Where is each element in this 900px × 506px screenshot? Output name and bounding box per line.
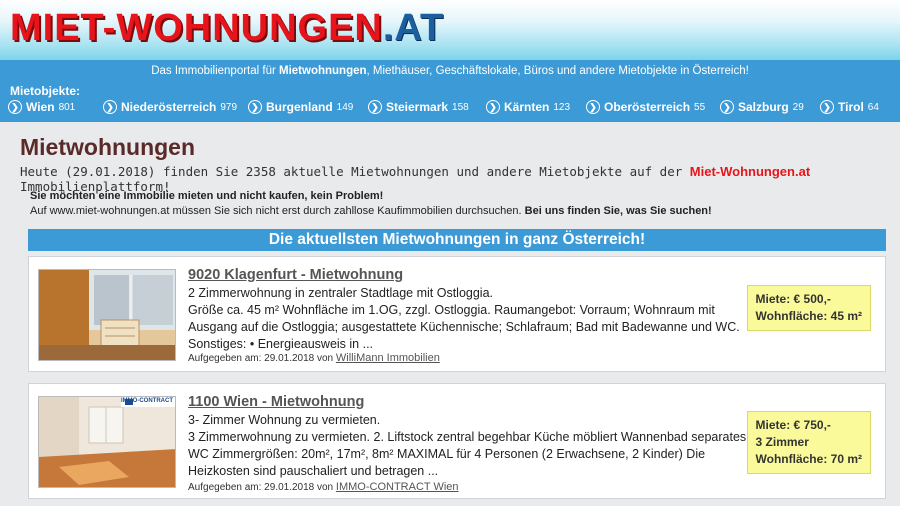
- site-logo[interactable]: MIET-WOHNUNGEN.AT: [10, 6, 444, 50]
- region-link-salzburg[interactable]: ❯ Salzburg 29: [720, 100, 804, 114]
- listing-subtitle: 3- Zimmer Wohnung zu vermieten.: [188, 413, 381, 427]
- top-nav-bar: Das Immobilienportal für Mietwohnungen, …: [0, 60, 900, 122]
- room-photo-image: [39, 397, 175, 487]
- immo-contract-badge: IMMO-CONTRACT: [121, 398, 173, 404]
- chevron-right-icon: ❯: [103, 100, 117, 114]
- listing-subtitle: 2 Zimmerwohnung in zentraler Stadtlage m…: [188, 286, 494, 300]
- price-box: Miete: € 500,- Wohnfläche: 45 m²: [746, 285, 871, 331]
- rooms-line: 3 Zimmer: [755, 435, 809, 449]
- listing-description: Größe ca. 45 m² Wohnfläche im 1.OG, zzgl…: [188, 303, 740, 351]
- chevron-right-icon: ❯: [586, 100, 600, 114]
- logo-tld-text: .AT: [382, 7, 445, 49]
- listing-item[interactable]: IMMO-CONTRACT 1100 Wien - Mietwohnung 3-…: [28, 383, 886, 499]
- portal-tagline: Das Immobilienportal für Mietwohnungen, …: [151, 65, 749, 77]
- mietobjekte-label: Mietobjekte:: [10, 84, 81, 98]
- price-box: Miete: € 750,- 3 Zimmer Wohnfläche: 70 m…: [746, 411, 871, 474]
- main-content: Mietwohnungen Heute (29.01.2018) finden …: [0, 122, 900, 506]
- info-paragraph-2: Auf www.miet-wohnungen.at müssen Sie sic…: [30, 205, 712, 217]
- listing-description: 3 Zimmerwohnung zu vermieten. 2. Liftsto…: [188, 430, 747, 478]
- info-paragraphs: Sie möchten eine Immobilie mieten und ni…: [28, 190, 886, 226]
- agent-link[interactable]: WilliMann Immobilien: [336, 352, 440, 364]
- area-line: Wohnfläche: 45 m²: [755, 309, 862, 323]
- listing-photo[interactable]: [38, 269, 176, 361]
- brand-name: Miet-Wohnungen.at: [689, 164, 811, 179]
- chevron-right-icon: ❯: [720, 100, 734, 114]
- listing-meta: Aufgegeben am: 29.01.2018 von IMMO-CONTR…: [188, 481, 459, 493]
- chevron-right-icon: ❯: [8, 100, 22, 114]
- info-paragraph-1: Sie möchten eine Immobilie mieten und ni…: [30, 190, 384, 202]
- chevron-right-icon: ❯: [486, 100, 500, 114]
- site-header: MIET-WOHNUNGEN.AT: [0, 0, 900, 60]
- chevron-right-icon: ❯: [248, 100, 262, 114]
- chevron-right-icon: ❯: [368, 100, 382, 114]
- logo-main-text: MIET-WOHNUNGEN: [10, 7, 383, 49]
- region-link-kaernten[interactable]: ❯ Kärnten 123: [486, 100, 570, 114]
- region-link-niederoesterreich[interactable]: ❯ Niederösterreich 979: [103, 100, 237, 114]
- region-link-tirol[interactable]: ❯ Tirol 64: [820, 100, 879, 114]
- latest-listings-banner: Die aktuellsten Mietwohnungen in ganz Ös…: [28, 229, 886, 251]
- listing-photo[interactable]: IMMO-CONTRACT: [38, 396, 176, 488]
- region-nav: ❯ Wien 801 ❯ Niederösterreich 979 ❯ Burgen…: [8, 100, 898, 118]
- page-title: Mietwohnungen: [20, 134, 196, 160]
- region-link-burgenland[interactable]: ❯ Burgenland 149: [248, 100, 353, 114]
- region-link-steiermark[interactable]: ❯ Steiermark 158: [368, 100, 469, 114]
- price-line: Miete: € 500,-: [755, 292, 831, 306]
- agent-link[interactable]: IMMO-CONTRACT Wien: [336, 481, 459, 493]
- listing-item[interactable]: 9020 Klagenfurt - Mietwohnung 2 Zimmerwo…: [28, 256, 886, 372]
- listing-title-link[interactable]: 9020 Klagenfurt - Mietwohnung: [188, 267, 403, 283]
- balcony-photo-image: [39, 270, 175, 360]
- area-line: Wohnfläche: 70 m²: [755, 452, 862, 466]
- chevron-right-icon: ❯: [820, 100, 834, 114]
- listing-meta: Aufgegeben am: 29.01.2018 von WilliMann …: [188, 352, 440, 364]
- listing-title-link[interactable]: 1100 Wien - Mietwohnung: [188, 394, 364, 410]
- region-link-wien[interactable]: ❯ Wien 801: [8, 100, 75, 114]
- price-line: Miete: € 750,-: [755, 418, 831, 432]
- region-link-oberoesterreich[interactable]: ❯ Oberösterreich 55: [586, 100, 705, 114]
